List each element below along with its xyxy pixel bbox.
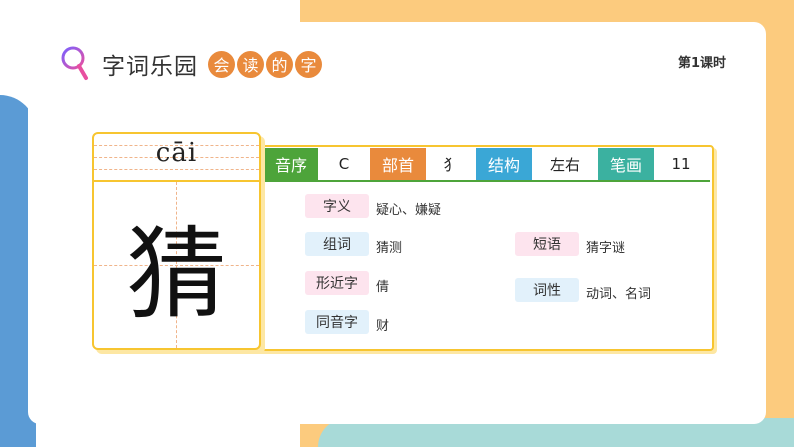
duanyu-value: 猜字谜 [586,241,626,256]
pinyin-guide-line [94,169,259,170]
jiegou-value: 左右 [532,148,598,180]
duanyu-tag: 短语 [515,232,579,256]
page-title: 字词乐园 [102,54,198,80]
tongyin-tag: 同音字 [305,310,369,334]
info-bar-underline [264,180,710,182]
magnifier-icon [58,44,96,84]
lesson-label: 第1课时 [678,56,727,71]
ziyi-value: 疑心、嫌疑 [376,203,442,218]
pill: 读 [237,50,264,78]
zuci-value: 猜测 [376,241,403,256]
bushou-label: 部首 [370,148,426,180]
pinyin: cāi [155,138,198,168]
xingjin-value: 倩 [376,280,390,295]
yinxu-label: 音序 [264,148,318,180]
info-bar: 音序 C 部首 犭 结构 左右 笔画 11 [264,148,708,182]
xingjin-tag: 形近字 [305,271,369,295]
pinyin-area: cāi [94,134,259,182]
cixing-value: 动词、名词 [586,287,652,302]
main-character: 猜 [126,215,227,333]
zuci-tag: 组词 [305,232,369,256]
bihua-label: 笔画 [598,148,654,180]
title-row: 字词乐园 会 读 的 字 [58,44,324,84]
pill: 字 [295,50,322,78]
tianzi-grid: 猜 [94,182,259,348]
character-card: cāi 猜 [92,132,261,350]
ziyi-tag: 字义 [305,194,369,218]
bushou-value: 犭 [426,148,476,180]
tongyin-value: 财 [376,319,390,334]
pill: 的 [266,50,293,78]
cixing-tag: 词性 [515,278,579,302]
jiegou-label: 结构 [476,148,532,180]
yinxu-value: C [318,148,370,180]
title-pills: 会 读 的 字 [208,50,324,78]
bihua-value: 11 [654,148,708,180]
pill: 会 [208,50,235,78]
